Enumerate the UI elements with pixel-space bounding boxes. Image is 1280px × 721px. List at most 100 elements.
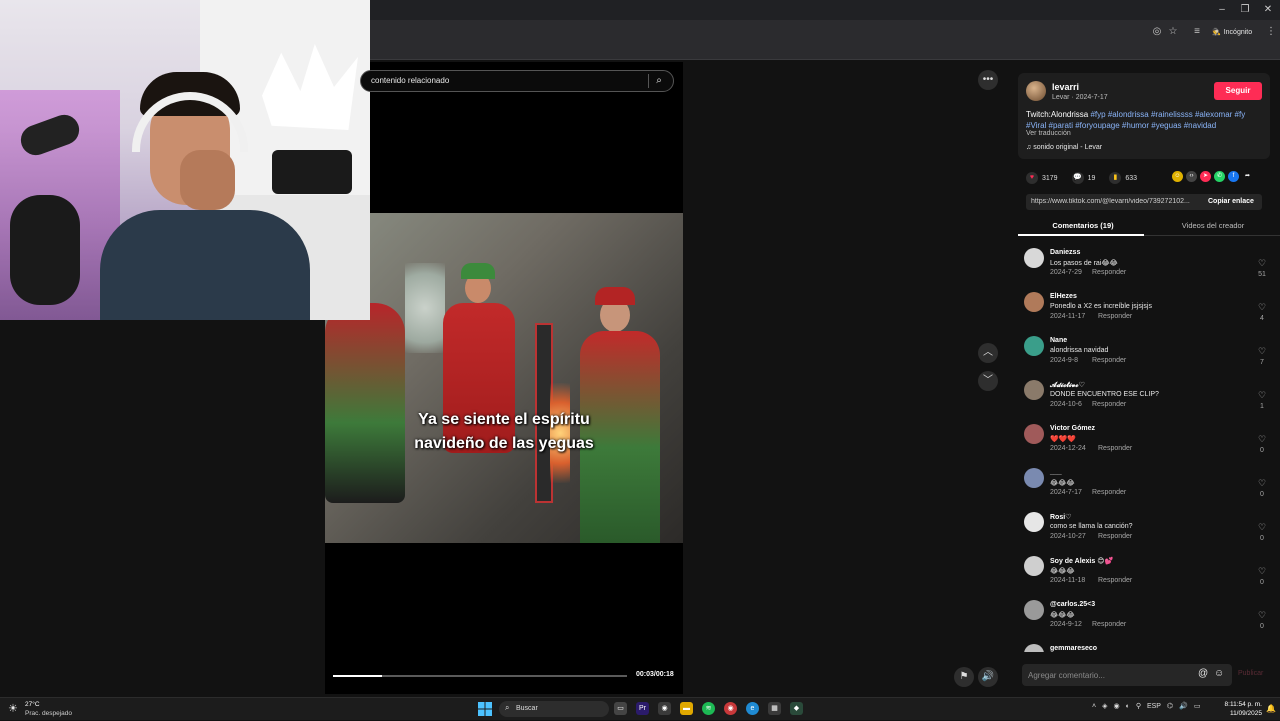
task-view-icon[interactable]: ▭ (614, 702, 627, 715)
heart-icon[interactable]: ♡ (1256, 390, 1268, 401)
heart-icon[interactable]: ♡ (1256, 610, 1268, 621)
commenter-avatar[interactable] (1024, 556, 1044, 576)
app-icon[interactable]: ◆ (790, 702, 803, 715)
save-stat[interactable]: ▮ 633 (1109, 172, 1137, 184)
follow-button[interactable]: Seguir (1214, 82, 1262, 100)
mention-icon[interactable]: @ (1198, 668, 1208, 679)
commenter-name[interactable]: Rosi♡ (1050, 513, 1071, 521)
comment-stat[interactable]: 💬 19 (1071, 172, 1095, 184)
like-stat[interactable]: ♥ 3179 (1026, 172, 1058, 184)
browser-menu-icon[interactable]: ⋮ (1264, 25, 1278, 39)
reply-button[interactable]: Responder (1098, 313, 1132, 320)
send-icon[interactable]: ➤ (1200, 171, 1211, 182)
tray-app-icon[interactable]: ⚲ (1136, 702, 1141, 710)
sound-link[interactable]: ♫ sonido original - Levar (1026, 144, 1102, 151)
author-avatar[interactable] (1026, 81, 1046, 101)
video-progress-bar[interactable] (333, 675, 627, 677)
tray-language[interactable]: ESP (1147, 703, 1161, 710)
tab-comments[interactable]: Comentarios (19) (1018, 221, 1148, 230)
chrome-alt-icon[interactable]: ◉ (724, 702, 737, 715)
close-button[interactable]: ✕ (1258, 3, 1278, 17)
minimize-button[interactable]: – (1212, 3, 1232, 17)
comments-list[interactable]: Daniezss Los pasos de rai😂😂 2024-7-29 Respo… (1018, 244, 1280, 652)
embed-icon[interactable]: ‹› (1186, 171, 1197, 182)
volume-tray-icon[interactable]: 🔊 (1179, 702, 1188, 710)
tray-app-icon[interactable]: ◐ (1126, 703, 1130, 710)
search-icon[interactable]: ⌕ (653, 75, 665, 87)
commenter-avatar[interactable] (1024, 248, 1044, 268)
tray-app-icon[interactable]: ◈ (1102, 702, 1107, 710)
weather-description[interactable]: Prac. despejado (25, 710, 72, 717)
previous-video-button[interactable]: ︿ (978, 343, 998, 363)
start-button[interactable] (478, 702, 492, 716)
heart-icon[interactable]: ♡ (1256, 566, 1268, 577)
heart-icon[interactable]: ♡ (1256, 522, 1268, 533)
copy-link-button[interactable]: Copiar enlace (1208, 198, 1254, 205)
share-link-url[interactable]: https://www.tiktok.com/@levarri/video/73… (1031, 198, 1199, 205)
spotify-icon[interactable]: ≋ (702, 702, 715, 715)
commenter-name[interactable]: Nane (1050, 337, 1067, 344)
restore-button[interactable]: ❐ (1235, 3, 1255, 17)
reply-button[interactable]: Responder (1098, 577, 1132, 584)
facebook-icon[interactable]: f (1228, 171, 1239, 182)
whatsapp-icon[interactable]: ✆ (1214, 171, 1225, 182)
network-icon[interactable]: ⌬ (1167, 702, 1173, 710)
reply-button[interactable]: Responder (1092, 401, 1126, 408)
heart-icon[interactable]: ♡ (1256, 258, 1268, 269)
bookmark-star-icon[interactable]: ☆ (1166, 25, 1180, 39)
commenter-avatar[interactable] (1024, 292, 1044, 312)
comment-input[interactable] (1028, 667, 1188, 683)
store-icon[interactable]: ▦ (768, 702, 781, 715)
commenter-avatar[interactable] (1024, 644, 1044, 652)
media-icon[interactable]: ≡ (1190, 25, 1204, 39)
commenter-name[interactable]: ElHezes (1050, 293, 1077, 300)
volume-button[interactable]: 🔊 (978, 667, 998, 687)
commenter-name[interactable]: Victor Gómez (1050, 425, 1095, 432)
report-button[interactable]: ⚑ (954, 667, 974, 687)
commenter-avatar[interactable] (1024, 336, 1044, 356)
tab-creator-videos[interactable]: Videos del creador (1148, 221, 1278, 230)
heart-icon[interactable]: ♡ (1256, 434, 1268, 445)
chrome-icon[interactable]: ◉ (658, 702, 671, 715)
author-name[interactable]: levarri (1052, 82, 1079, 92)
commenter-name[interactable]: gemmareseco (1050, 645, 1097, 652)
commenter-avatar[interactable] (1024, 424, 1044, 444)
see-translation-link[interactable]: Ver traducción (1026, 130, 1071, 137)
post-comment-button[interactable]: Publicar (1238, 670, 1263, 677)
heart-icon[interactable]: ♡ (1256, 478, 1268, 489)
notification-bell-icon[interactable]: 🔔 (1266, 704, 1276, 713)
emoji-share-icon[interactable]: ☺ (1172, 171, 1183, 182)
file-explorer-icon[interactable]: ▬ (680, 702, 693, 715)
commenter-name[interactable]: ___ (1050, 469, 1062, 476)
weather-icon[interactable]: ☀ (8, 702, 22, 716)
commenter-name[interactable]: Daniezss (1050, 249, 1080, 256)
commenter-avatar[interactable] (1024, 468, 1044, 488)
clock-date[interactable]: 11/09/2025 (1222, 710, 1262, 717)
reply-button[interactable]: Responder (1098, 445, 1132, 452)
reply-button[interactable]: Responder (1092, 621, 1126, 628)
reply-button[interactable]: Responder (1098, 533, 1132, 540)
reply-button[interactable]: Responder (1092, 269, 1126, 276)
heart-icon[interactable]: ♡ (1256, 302, 1268, 313)
incognito-indicator[interactable]: 🕵 Incógnito (1212, 24, 1252, 40)
more-options-button[interactable]: ••• (978, 70, 998, 90)
commenter-name[interactable]: 𝓐𝓭𝓲𝓬𝓽𝓲𝓿𝓸♡ (1050, 381, 1085, 390)
next-video-button[interactable]: ﹀ (978, 371, 998, 391)
eye-off-icon[interactable]: ◎ (1150, 25, 1164, 39)
commenter-avatar[interactable] (1024, 600, 1044, 620)
premiere-icon[interactable]: Pr (636, 702, 649, 715)
video-frame[interactable]: Ya se siente el espíritu navideño de las… (325, 213, 683, 543)
reply-button[interactable]: Responder (1092, 357, 1126, 364)
taskbar-search[interactable]: ⌕ Buscar (499, 701, 609, 717)
commenter-avatar[interactable] (1024, 380, 1044, 400)
commenter-avatar[interactable] (1024, 512, 1044, 532)
edge-icon[interactable]: e (746, 702, 759, 715)
tray-app-icon[interactable]: ◉ (1113, 702, 1119, 710)
commenter-name[interactable]: @carlos.25<3 (1050, 601, 1095, 608)
heart-icon[interactable]: ♡ (1256, 346, 1268, 357)
reply-button[interactable]: Responder (1092, 489, 1126, 496)
weather-temperature[interactable]: 27°C (25, 701, 40, 708)
clock-time[interactable]: 8:11:54 p. m. (1222, 701, 1262, 708)
related-search-bar[interactable]: contenido relacionado ⌕ (360, 70, 674, 92)
tray-chevron-icon[interactable]: ˄ (1092, 703, 1096, 710)
